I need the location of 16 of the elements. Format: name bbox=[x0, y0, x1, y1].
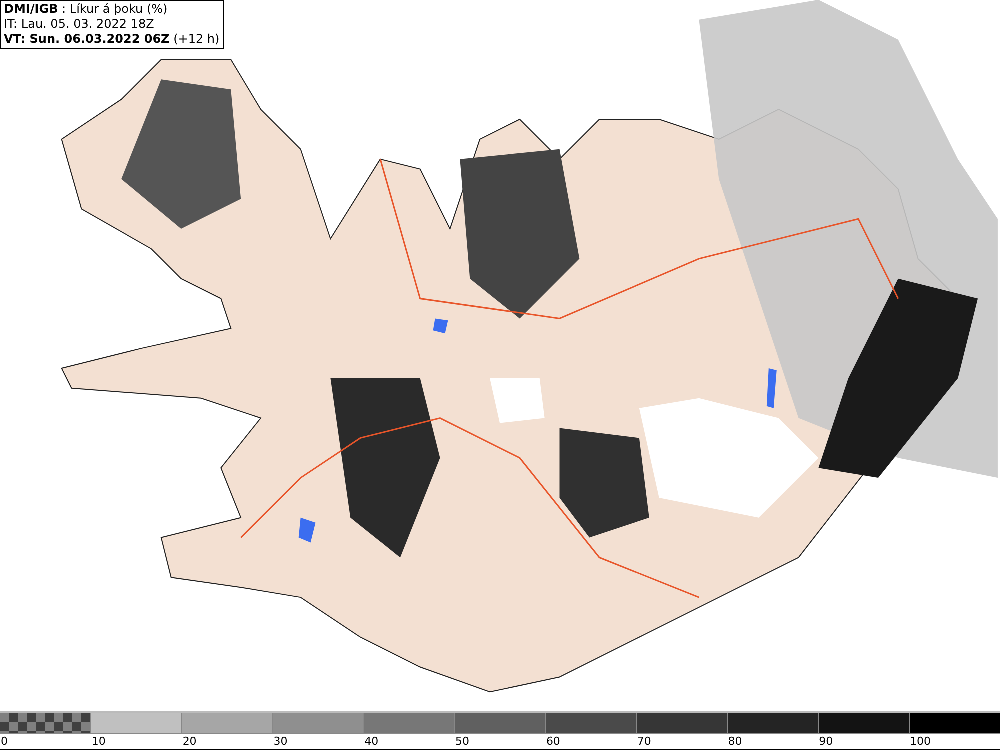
issue-time: IT: Lau. 05. 03. 2022 18Z bbox=[4, 17, 154, 32]
source-label: DMI/IGB bbox=[4, 2, 58, 17]
legend-label: 50 bbox=[456, 735, 470, 748]
legend-label: 40 bbox=[364, 735, 379, 748]
legend-label: 90 bbox=[819, 735, 834, 748]
legend-label: 100 bbox=[910, 735, 932, 748]
lead-time: (+12 h) bbox=[172, 32, 220, 47]
legend-label: 10 bbox=[92, 735, 106, 748]
map-title: : Líkur á þoku (%) bbox=[61, 2, 168, 17]
legend-label: 0 bbox=[1, 735, 8, 748]
legend-label: 20 bbox=[182, 735, 197, 748]
legend-label: 30 bbox=[274, 735, 288, 748]
legend-label: 60 bbox=[546, 735, 560, 748]
legend-label: 80 bbox=[728, 735, 742, 748]
valid-time: VT: Sun. 06.03.2022 06Z bbox=[4, 32, 170, 47]
legend-label: 70 bbox=[637, 735, 652, 748]
